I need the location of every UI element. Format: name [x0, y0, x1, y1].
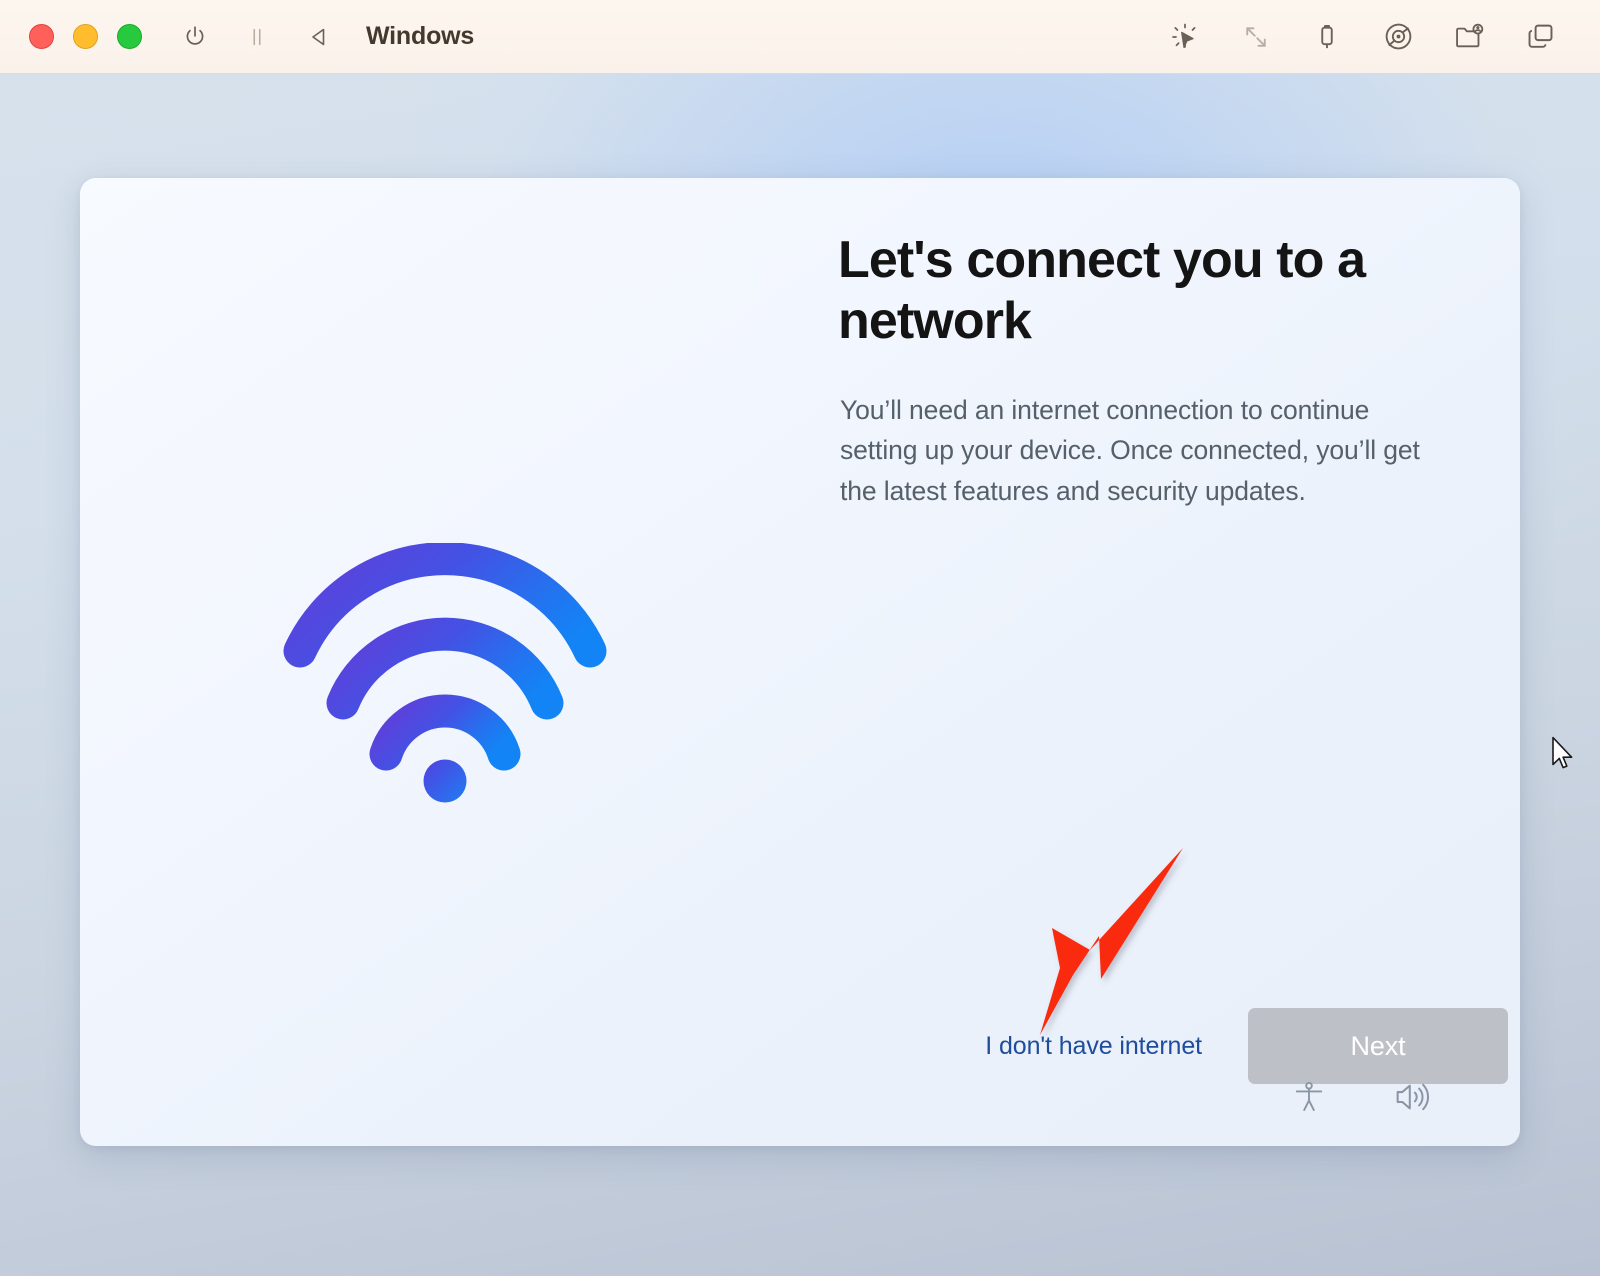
- next-button[interactable]: Next: [1248, 1008, 1508, 1084]
- oobe-card: Let's connect you to a network You’ll ne…: [80, 178, 1520, 1146]
- mouse-cursor-arrow-pointer: [1552, 736, 1573, 769]
- screen: Windows Let's connect you to a network Y…: [0, 0, 1600, 1276]
- back-triangle-icon[interactable]: [302, 20, 336, 54]
- maximize-window-button[interactable]: [117, 24, 142, 49]
- close-window-button[interactable]: [29, 24, 54, 49]
- minimize-window-button[interactable]: [73, 24, 98, 49]
- vm-toolbar-group: [1167, 19, 1558, 55]
- accessibility-icon[interactable]: [1288, 1076, 1330, 1118]
- page-description: You’ll need an internet connection to co…: [840, 395, 1420, 506]
- wifi-illustration-pane: [80, 178, 800, 1146]
- volume-icon[interactable]: [1390, 1076, 1432, 1118]
- usb-drive-icon[interactable]: [1309, 19, 1345, 55]
- oobe-content-pane: Let's connect you to a network You’ll ne…: [838, 178, 1520, 1146]
- page-title: Let's connect you to a network: [838, 231, 1366, 351]
- traffic-light-group: [29, 24, 142, 49]
- windows-stack-icon[interactable]: [1522, 19, 1558, 55]
- disc-icon[interactable]: [1380, 19, 1416, 55]
- oobe-desktop: Let's connect you to a network You’ll ne…: [0, 74, 1600, 1276]
- window-title: Windows: [366, 22, 475, 50]
- power-icon[interactable]: [178, 20, 212, 54]
- cursor-click-icon[interactable]: [1167, 19, 1203, 55]
- no-internet-link[interactable]: I don't have internet: [985, 1032, 1202, 1061]
- vm-control-group: [178, 20, 336, 54]
- resize-diagonal-icon[interactable]: [1238, 19, 1274, 55]
- window-titlebar: Windows: [0, 0, 1600, 74]
- pause-icon[interactable]: [240, 20, 274, 54]
- shared-folder-icon[interactable]: [1451, 19, 1487, 55]
- wifi-icon: [283, 543, 607, 803]
- oobe-system-icons: [1288, 1076, 1432, 1118]
